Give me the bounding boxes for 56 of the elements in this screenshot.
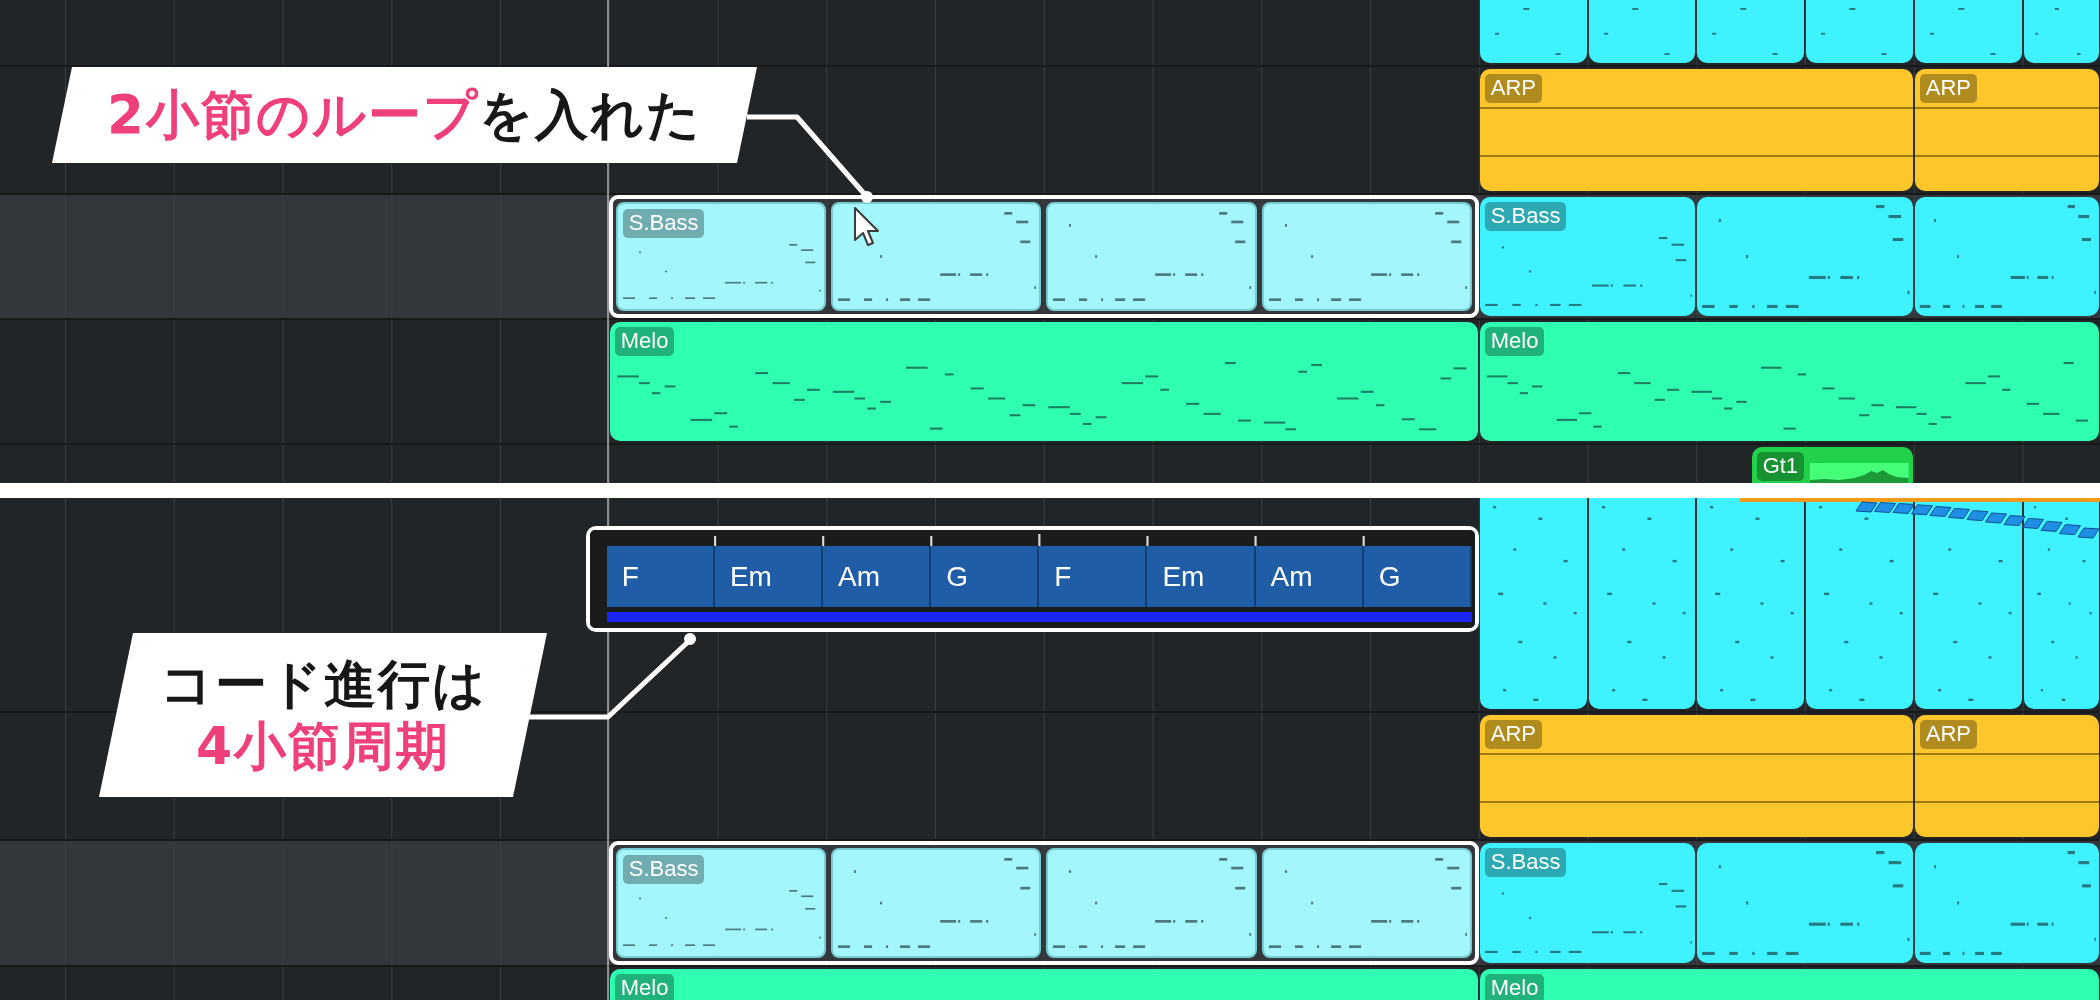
midi-clip[interactable]: S.Bass [615, 848, 826, 958]
clip-label: ARP [1484, 720, 1542, 749]
chord-block[interactable]: Em [1147, 546, 1256, 607]
midi-clip[interactable]: Melo [609, 322, 1478, 441]
midi-clip[interactable]: S.Bass [1479, 197, 1696, 316]
midi-clip[interactable] [1479, 0, 1587, 63]
midi-clip[interactable] [1914, 843, 2099, 963]
clip-label: S.Bass [622, 855, 705, 884]
midi-clip[interactable] [1914, 197, 2099, 316]
midi-clip[interactable] [1261, 848, 1472, 958]
track-lane[interactable]: Melo Melo [0, 320, 2100, 445]
midi-clip[interactable]: ARP [1479, 715, 1913, 837]
chord-block[interactable]: G [931, 546, 1040, 607]
midi-clip[interactable] [1261, 202, 1472, 311]
midi-clip[interactable] [1914, 0, 2022, 63]
track-lane[interactable]: S.Bass S.Bass [0, 195, 2100, 320]
midi-clip[interactable] [1046, 202, 1257, 311]
midi-clip[interactable] [1697, 843, 1913, 963]
clip-label: S.Bass [1484, 202, 1567, 231]
chord-block[interactable]: G [1363, 546, 1472, 607]
chord-block[interactable]: Em [714, 546, 823, 607]
midi-clip[interactable] [1697, 197, 1913, 316]
clip-label: Gt1 [1756, 452, 1805, 481]
midi-clip[interactable] [1806, 0, 1913, 63]
clip-label: ARP [1484, 74, 1542, 103]
chord-block[interactable]: Am [823, 546, 932, 607]
clip-label: Melo [1484, 327, 1545, 356]
audio-clip[interactable]: Gt1 [1751, 447, 1913, 483]
midi-clip[interactable]: Melo [1479, 322, 2099, 441]
midi-clip[interactable] [831, 202, 1042, 311]
midi-clip[interactable] [2023, 0, 2099, 63]
clip-label: Melo [614, 974, 675, 1000]
midi-clip[interactable] [1588, 0, 1696, 63]
midi-clip[interactable] [1046, 848, 1257, 958]
clip-label: ARP [1919, 720, 1977, 749]
clip-label: Melo [614, 327, 675, 356]
midi-clip[interactable]: S.Bass [1479, 843, 1696, 963]
clip-label: S.Bass [622, 209, 705, 238]
midi-clip[interactable]: Melo [609, 969, 1478, 1000]
pointer-icon [853, 206, 880, 248]
midi-clip[interactable]: Melo [1479, 969, 2099, 1000]
midi-clip[interactable]: S.Bass [615, 202, 826, 311]
clip-label: Melo [1484, 974, 1545, 1000]
clip-label: ARP [1919, 74, 1977, 103]
midi-clip[interactable]: ARP [1479, 69, 1913, 191]
track-lane[interactable]: S.Bass S.Bass [0, 841, 2100, 967]
midi-clip[interactable]: ARP [1914, 715, 2099, 837]
track-lane[interactable] [0, 0, 2100, 67]
chord-block[interactable]: Am [1255, 546, 1364, 607]
chord-block[interactable]: F [606, 546, 715, 607]
midi-clip[interactable] [831, 848, 1042, 958]
midi-clip[interactable] [1697, 0, 1804, 63]
clip-label: S.Bass [1484, 848, 1567, 877]
midi-clip[interactable]: ARP [1914, 69, 2099, 191]
chord-block[interactable]: F [1039, 546, 1148, 607]
callout-text: 2小節のループを入れた [107, 83, 702, 147]
